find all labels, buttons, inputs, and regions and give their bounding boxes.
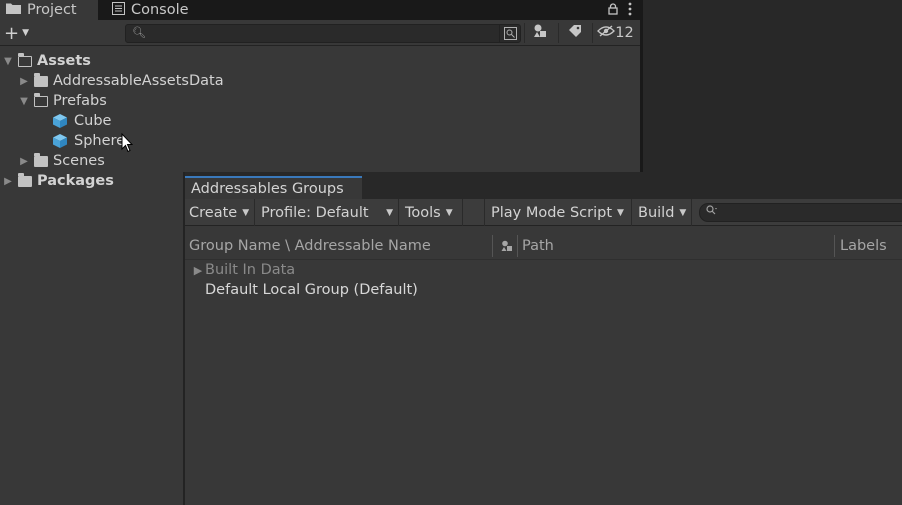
hidden-packages-toggle[interactable]: 12 bbox=[592, 23, 638, 43]
addressables-tab-bar: Addressables Groups bbox=[185, 172, 902, 199]
column-path[interactable]: Path bbox=[522, 232, 554, 260]
play-mode-label: Play Mode Script bbox=[491, 204, 613, 221]
folder-icon bbox=[18, 172, 32, 187]
tools-label: Tools bbox=[405, 204, 441, 221]
tab-project-label: Project bbox=[27, 2, 77, 18]
tree-item-label: AddressableAssetsData bbox=[53, 73, 224, 89]
tools-dropdown[interactable]: Tools ▼ bbox=[401, 199, 463, 226]
tree-item-label: Cube bbox=[74, 113, 112, 129]
tab-bar: Project Console bbox=[0, 0, 640, 20]
caret-down-icon: ▼ bbox=[22, 28, 30, 38]
tree-item-label: Sphere bbox=[74, 133, 126, 149]
build-dropdown[interactable]: Build ▼ bbox=[634, 199, 692, 226]
window-title: Addressables Groups bbox=[191, 180, 344, 197]
tree-item-label: Scenes bbox=[53, 153, 105, 169]
group-row-default-local[interactable]: Default Local Group (Default) bbox=[205, 280, 418, 300]
create-label: Create bbox=[189, 204, 238, 221]
project-toolbar: + ▼ 🔍︎ 12 bbox=[0, 20, 640, 46]
tree-item-label: Packages bbox=[37, 173, 114, 189]
search-icon: 🔍︎ bbox=[132, 26, 146, 39]
folder-icon bbox=[6, 2, 21, 18]
expanded-arrow-icon[interactable]: ▼ bbox=[2, 56, 14, 67]
console-icon bbox=[112, 1, 125, 19]
tree-item-packages[interactable]: ▶ Packages bbox=[2, 171, 114, 191]
filter-by-label-button[interactable] bbox=[558, 23, 590, 43]
tab-console-label: Console bbox=[131, 2, 189, 18]
caret-down-icon: ▼ bbox=[679, 207, 687, 218]
group-name: Default Local Group (Default) bbox=[205, 282, 418, 298]
build-label: Build bbox=[638, 204, 675, 221]
profile-label: Profile: Default bbox=[261, 204, 369, 221]
addressables-search-input[interactable] bbox=[699, 203, 902, 222]
project-search-input[interactable]: 🔍︎ bbox=[125, 24, 521, 43]
caret-down-icon: ▼ bbox=[445, 207, 453, 218]
group-row-built-in-data[interactable]: ▶ Built In Data bbox=[191, 260, 295, 280]
tree-item-addressable-assets-data[interactable]: ▶ AddressableAssetsData bbox=[18, 71, 224, 91]
tree-item-label: Assets bbox=[37, 53, 91, 69]
tree-item-label: Prefabs bbox=[53, 93, 107, 109]
prefab-cube-icon bbox=[52, 133, 68, 149]
plus-icon: + bbox=[4, 22, 20, 44]
column-resize-handle[interactable] bbox=[492, 235, 493, 257]
tab-addressables-groups[interactable]: Addressables Groups bbox=[185, 176, 362, 199]
label-tag-icon bbox=[568, 24, 582, 42]
filter-by-type-button[interactable] bbox=[524, 23, 556, 43]
tab-console[interactable]: Console bbox=[104, 0, 244, 20]
tree-item-cube[interactable]: Cube bbox=[52, 111, 111, 131]
kebab-menu-icon[interactable] bbox=[628, 2, 632, 19]
shapes-filter-icon bbox=[533, 24, 549, 42]
column-resize-handle[interactable] bbox=[517, 235, 518, 257]
expanded-arrow-icon[interactable]: ▼ bbox=[18, 96, 30, 107]
profile-dropdown[interactable]: Profile: Default ▼ bbox=[257, 199, 399, 226]
tab-project[interactable]: Project bbox=[0, 0, 98, 20]
prefab-cube-icon bbox=[52, 113, 68, 129]
toolbar-spacer bbox=[465, 199, 485, 226]
groups-column-header: Group Name \ Addressable Name Path Label… bbox=[185, 232, 902, 260]
folder-open-icon bbox=[34, 92, 48, 107]
hidden-count: 12 bbox=[615, 25, 634, 41]
collapsed-arrow-icon[interactable]: ▶ bbox=[18, 76, 30, 87]
addressables-toolbar: Create ▼ Profile: Default ▼ Tools ▼ Play… bbox=[185, 199, 902, 226]
add-asset-button[interactable]: + ▼ bbox=[4, 22, 38, 44]
caret-down-icon: ▼ bbox=[617, 207, 624, 218]
folder-icon bbox=[34, 152, 48, 167]
collapsed-arrow-icon[interactable]: ▶ bbox=[18, 156, 30, 167]
collapsed-arrow-icon[interactable]: ▶ bbox=[191, 264, 205, 277]
collapsed-arrow-icon[interactable]: ▶ bbox=[2, 176, 14, 187]
column-labels[interactable]: Labels bbox=[840, 232, 887, 260]
folder-open-icon bbox=[18, 52, 32, 67]
lock-icon[interactable] bbox=[608, 2, 618, 18]
caret-down-icon: ▼ bbox=[386, 207, 393, 218]
play-mode-script-dropdown[interactable]: Play Mode Script ▼ bbox=[487, 199, 632, 226]
mouse-cursor-icon bbox=[121, 133, 133, 153]
tree-item-prefabs[interactable]: ▼ Prefabs bbox=[18, 91, 107, 111]
search-by-type-icon[interactable] bbox=[499, 25, 520, 42]
create-dropdown[interactable]: Create ▼ bbox=[185, 199, 255, 226]
tree-item-scenes[interactable]: ▶ Scenes bbox=[18, 151, 105, 171]
search-icon bbox=[706, 205, 718, 218]
column-type-icon[interactable] bbox=[497, 232, 517, 260]
tree-item-assets[interactable]: ▼ Assets bbox=[2, 51, 91, 71]
tree-item-sphere[interactable]: Sphere bbox=[52, 131, 125, 151]
column-group-name[interactable]: Group Name \ Addressable Name bbox=[189, 232, 431, 260]
caret-down-icon: ▼ bbox=[242, 207, 250, 218]
folder-icon bbox=[34, 72, 48, 87]
column-resize-handle[interactable] bbox=[834, 235, 835, 257]
eye-slash-icon bbox=[597, 25, 616, 41]
addressables-groups-window: Addressables Groups Create ▼ Profile: De… bbox=[183, 172, 902, 505]
tab-actions bbox=[608, 0, 632, 20]
group-name: Built In Data bbox=[205, 262, 296, 278]
empty-panel-area bbox=[643, 0, 902, 172]
